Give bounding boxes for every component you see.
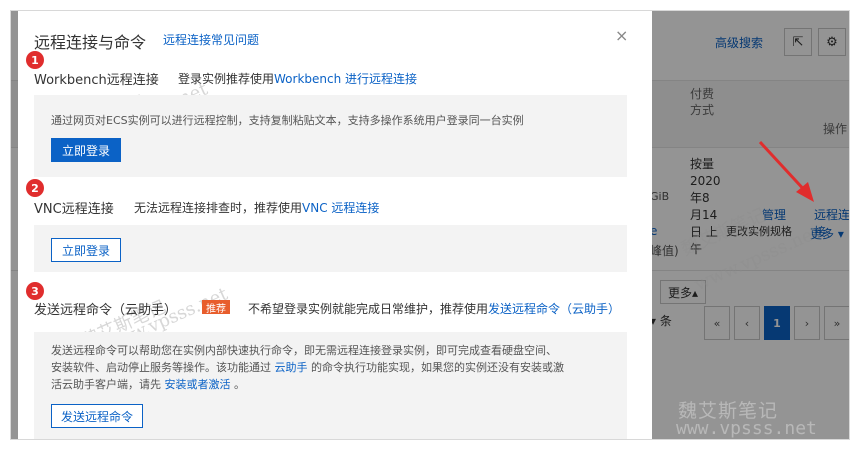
step-badge-3: 3 — [26, 282, 44, 300]
vnc-login-button[interactable]: 立即登录 — [51, 238, 121, 262]
vnc-title: VNC远程连接 — [34, 202, 114, 217]
faq-link[interactable]: 远程连接常见问题 — [163, 31, 259, 48]
send-command-button[interactable]: 发送远程命令 — [51, 404, 143, 428]
cloud-assistant-panel-line1: 发送远程命令可以帮助您在实例内部快速执行命令，即无需远程连接登录实例，即可完成查… — [51, 344, 557, 357]
cloud-assistant-title: 发送远程命令（云助手） — [34, 303, 178, 318]
dialog-title: 远程连接与命令 — [34, 33, 147, 52]
vnc-panel: 立即登录 — [34, 225, 627, 272]
close-icon[interactable]: × — [615, 26, 628, 45]
workbench-title: Workbench远程连接 — [34, 73, 159, 88]
workbench-login-button[interactable]: 立即登录 — [51, 138, 121, 162]
workbench-link[interactable]: Workbench 进行远程连接 — [274, 72, 417, 86]
vnc-desc: 无法远程连接排查时，推荐使用VNC 远程连接 — [134, 199, 379, 216]
vnc-desc-text: 无法远程连接排查时，推荐使用 — [134, 201, 303, 215]
step-badge-1: 1 — [26, 51, 44, 69]
cloud-assistant-desc: 不希望登录实例就能完成日常维护，推荐使用发送远程命令（云助手） — [248, 300, 620, 317]
red-arrow-icon — [758, 140, 814, 202]
cloud-assistant-desc-text: 不希望登录实例就能完成日常维护，推荐使用 — [248, 302, 489, 316]
workbench-panel: 通过网页对ECS实例可以进行远程控制，支持复制粘贴文本，支持多操作系统用户登录同… — [34, 95, 627, 177]
install-activate-link[interactable]: 安装或者激活 — [165, 378, 231, 391]
cloud-assistant-panel-line3: 活云助手客户端，请先 安装或者激活 。 — [51, 376, 245, 393]
cloud-assistant-inline-link[interactable]: 云助手 — [275, 361, 308, 374]
cloud-assistant-panel-line2: 安装软件、启动停止服务等操作。该功能通过 云助手 的命令执行功能实现，如果您的实… — [51, 359, 564, 376]
panel-line3b-text: 。 — [234, 378, 245, 391]
workbench-desc: 登录实例推荐使用Workbench 进行远程连接 — [178, 70, 417, 87]
cloud-assistant-link[interactable]: 发送远程命令（云助手） — [488, 302, 620, 316]
workbench-desc-text: 登录实例推荐使用 — [178, 72, 275, 86]
panel-line2-text: 安装软件、启动停止服务等操作。该功能通过 — [51, 361, 271, 374]
step-badge-2: 2 — [26, 179, 44, 197]
vnc-link[interactable]: VNC 远程连接 — [302, 201, 379, 215]
panel-line2b-text: 的命令执行功能实现，如果您的实例还没有安装或激 — [311, 361, 564, 374]
remote-connect-dialog: 远程连接与命令 远程连接常见问题 × 魏艾斯笔记 www.vpsss.net 魏… — [18, 10, 652, 440]
recommend-tag: 推荐 — [202, 300, 230, 315]
panel-line3-text: 活云助手客户端，请先 — [51, 378, 161, 391]
cloud-assistant-panel: 发送远程命令可以帮助您在实例内部快速执行命令，即无需远程连接登录实例，即可完成查… — [34, 332, 627, 440]
watermark-url: www.vpsss.net — [676, 418, 817, 439]
workbench-panel-text: 通过网页对ECS实例可以进行远程控制，支持复制粘贴文本，支持多操作系统用户登录同… — [51, 114, 524, 127]
